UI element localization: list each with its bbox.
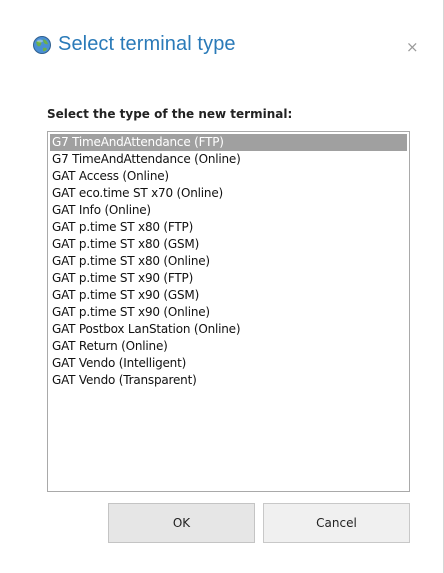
- terminal-type-item[interactable]: GAT p.time ST x80 (GSM): [48, 236, 409, 253]
- terminal-type-item[interactable]: G7 TimeAndAttendance (FTP): [50, 134, 407, 151]
- close-icon[interactable]: ×: [406, 38, 419, 56]
- terminal-type-item[interactable]: GAT p.time ST x80 (FTP): [48, 219, 409, 236]
- terminal-type-item[interactable]: GAT Access (Online): [48, 168, 409, 185]
- dialog-title: Select terminal type: [58, 33, 236, 55]
- ok-button[interactable]: OK: [108, 503, 255, 543]
- terminal-type-item[interactable]: GAT p.time ST x80 (Online): [48, 253, 409, 270]
- terminal-type-listbox[interactable]: G7 TimeAndAttendance (FTP) G7 TimeAndAtte…: [47, 131, 410, 492]
- dialog-title-row: Select terminal type: [32, 33, 236, 56]
- terminal-type-item[interactable]: GAT Postbox LanStation (Online): [48, 321, 409, 338]
- terminal-type-item[interactable]: GAT p.time ST x90 (GSM): [48, 287, 409, 304]
- terminal-type-item[interactable]: GAT Vendo (Intelligent): [48, 355, 409, 372]
- terminal-type-item[interactable]: GAT Info (Online): [48, 202, 409, 219]
- terminal-type-item[interactable]: GAT p.time ST x90 (Online): [48, 304, 409, 321]
- globe-icon: [32, 35, 52, 55]
- terminal-type-item[interactable]: G7 TimeAndAttendance (Online): [48, 151, 409, 168]
- prompt-label: Select the type of the new terminal:: [47, 107, 293, 121]
- terminal-type-item[interactable]: GAT Return (Online): [48, 338, 409, 355]
- cancel-button[interactable]: Cancel: [263, 503, 410, 543]
- terminal-type-item[interactable]: GAT Vendo (Transparent): [48, 372, 409, 389]
- terminal-type-item[interactable]: GAT p.time ST x90 (FTP): [48, 270, 409, 287]
- terminal-type-item[interactable]: GAT eco.time ST x70 (Online): [48, 185, 409, 202]
- select-terminal-type-dialog: Select terminal type × Select the type o…: [0, 0, 444, 573]
